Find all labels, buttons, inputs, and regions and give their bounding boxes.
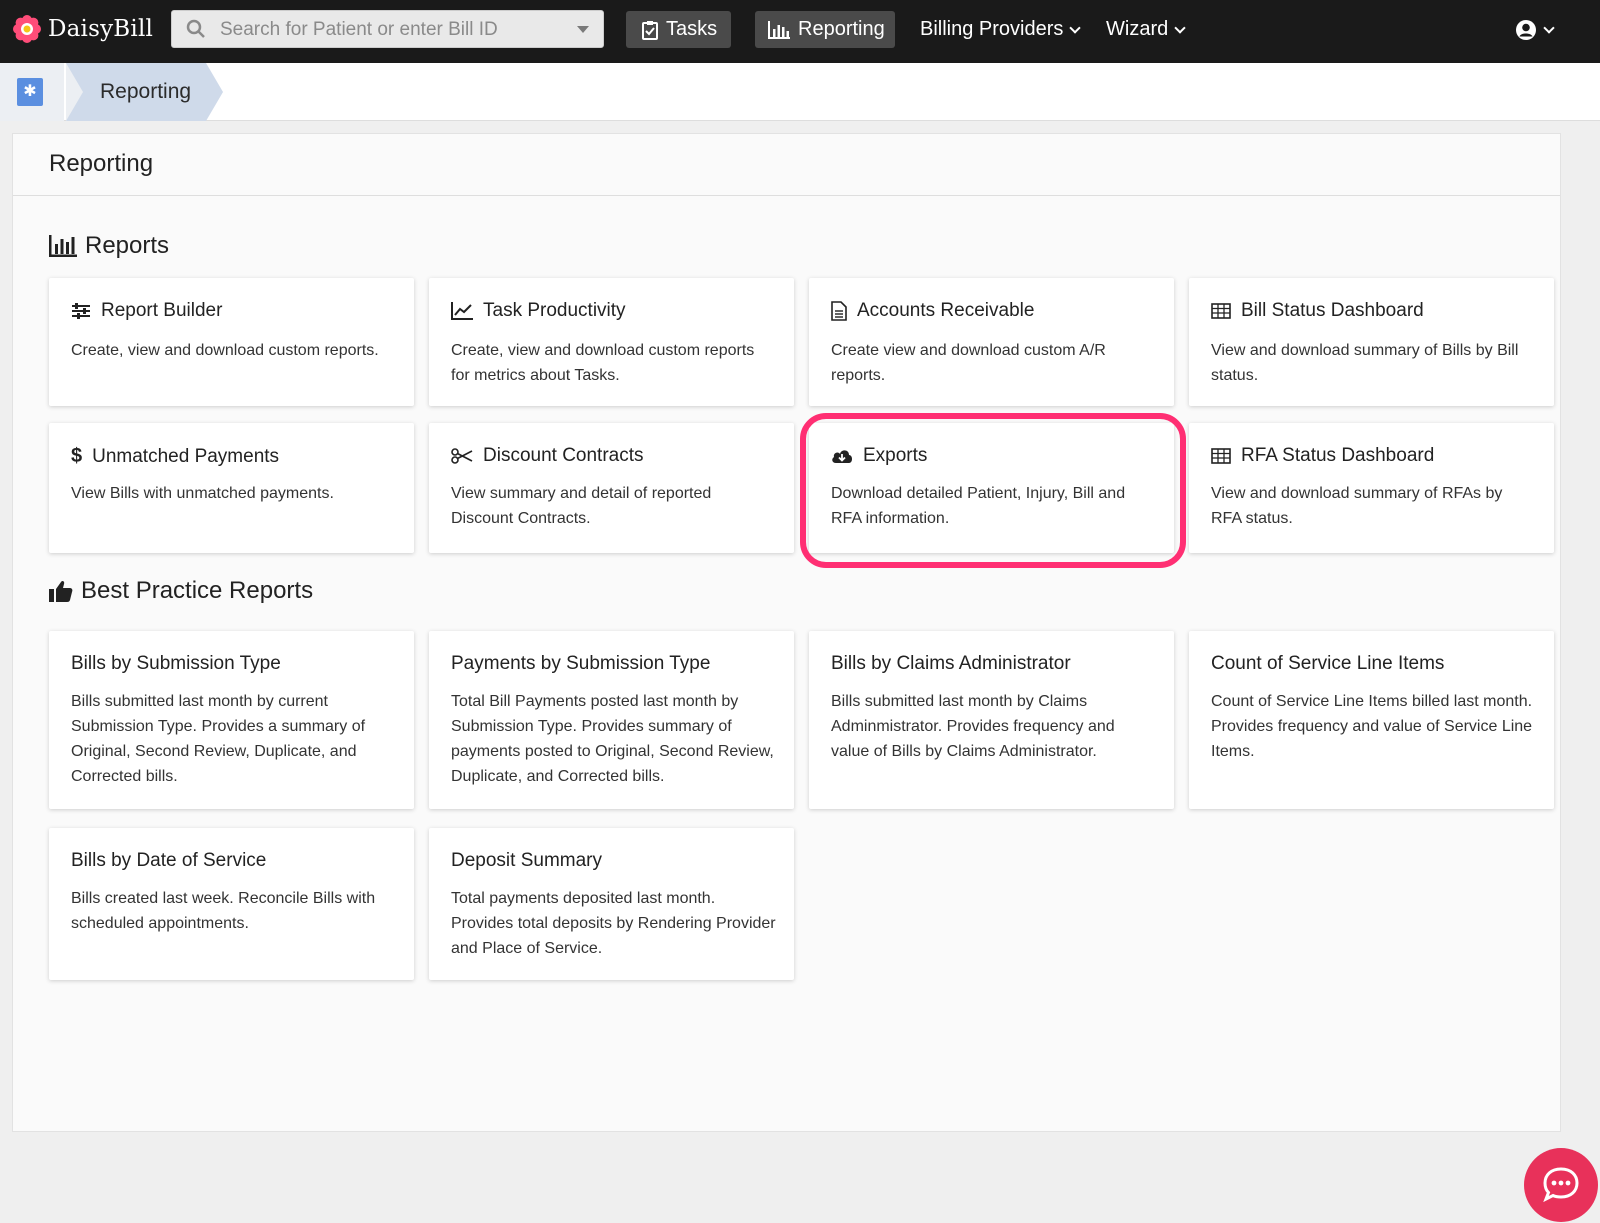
card-title: Bill Status Dashboard — [1241, 300, 1424, 321]
task-productivity-card[interactable]: Task Productivity Create, view and downl… — [429, 278, 794, 406]
billing-providers-menu[interactable]: Billing Providers — [920, 18, 1082, 41]
tasks-label: Tasks — [666, 18, 718, 40]
unmatched-payments-card[interactable]: $ Unmatched Payments View Bills with unm… — [49, 423, 414, 553]
card-title: Payments by Submission Type — [451, 653, 711, 674]
accounts-receivable-card[interactable]: Accounts Receivable Create view and down… — [809, 278, 1174, 406]
card-description: Bills submitted last month by current Su… — [71, 693, 366, 785]
exports-highlight-outline — [800, 413, 1186, 568]
file-text-icon — [831, 301, 847, 321]
patient-search[interactable]: Search for Patient or enter Bill ID — [171, 10, 604, 48]
card-description: View Bills with unmatched payments. — [71, 485, 334, 502]
clipboard-check-icon — [642, 20, 658, 40]
card-description: Bills created last week. Reconcile Bills… — [71, 890, 376, 932]
reporting-nav-button[interactable]: Reporting — [755, 11, 895, 48]
brand-logo[interactable]: DaisyBill — [12, 14, 153, 44]
best-practice-heading: Best Practice Reports — [49, 577, 313, 605]
reports-heading: Reports — [49, 232, 169, 260]
discount-contracts-card[interactable]: Discount Contracts View summary and deta… — [429, 423, 794, 553]
brand-name: DaisyBill — [48, 16, 154, 42]
card-title: Accounts Receivable — [857, 300, 1035, 321]
reporting-nav-label: Reporting — [798, 18, 885, 40]
reports-heading-label: Reports — [85, 232, 170, 259]
deposit-summary-card[interactable]: Deposit Summary Total payments deposited… — [429, 828, 794, 980]
card-title: Report Builder — [101, 300, 223, 321]
breadcrumb-home[interactable]: ✱ — [0, 63, 64, 121]
card-description: Total payments deposited last month. Pro… — [451, 890, 776, 957]
card-title: Deposit Summary — [451, 850, 602, 871]
page-title: Reporting — [49, 150, 154, 177]
bar-chart-icon — [49, 235, 77, 257]
dollar-icon: $ — [71, 445, 83, 467]
search-dropdown-caret-icon[interactable] — [577, 26, 589, 33]
card-description: View and download summary of RFAs by RFA… — [1211, 485, 1503, 527]
breadcrumb-label: Reporting — [100, 80, 192, 103]
top-nav: DaisyBill Search for Patient or enter Bi… — [0, 0, 1600, 63]
card-title: Discount Contracts — [483, 445, 644, 466]
chat-button[interactable] — [1524, 1148, 1598, 1222]
card-title: Bills by Claims Administrator — [831, 653, 1071, 674]
sliders-icon — [72, 303, 90, 319]
report-builder-card[interactable]: Report Builder Create, view and download… — [49, 278, 414, 406]
rfa-status-dashboard-card[interactable]: RFA Status Dashboard View and download s… — [1189, 423, 1554, 553]
card-title: Unmatched Payments — [92, 445, 280, 467]
card-description: View and download summary of Bills by Bi… — [1211, 342, 1519, 384]
line-chart-icon — [451, 302, 473, 320]
user-menu[interactable] — [1515, 19, 1555, 41]
chevron-down-icon — [1543, 22, 1555, 34]
chat-bubble-icon — [1543, 1167, 1579, 1203]
thumbs-up-icon — [49, 580, 73, 602]
search-input[interactable]: Search for Patient or enter Bill ID — [220, 19, 498, 41]
count-of-service-line-items-card[interactable]: Count of Service Line Items Count of Ser… — [1189, 631, 1554, 809]
table-icon — [1211, 448, 1231, 464]
user-circle-icon — [1516, 20, 1536, 40]
card-description: View summary and detail of reported Disc… — [451, 485, 712, 527]
bar-chart-icon — [768, 20, 790, 39]
divider — [13, 195, 1560, 196]
card-description: Total Bill Payments posted last month by… — [451, 693, 774, 785]
bills-by-date-of-service-card[interactable]: Bills by Date of Service Bills created l… — [49, 828, 414, 980]
search-icon — [186, 19, 205, 38]
bills-by-submission-type-card[interactable]: Bills by Submission Type Bills submitted… — [49, 631, 414, 809]
card-description: Create, view and download custom reports… — [71, 342, 379, 359]
card-title: Bills by Submission Type — [71, 653, 281, 674]
document-icon: ✱ — [17, 78, 43, 106]
payments-by-submission-type-card[interactable]: Payments by Submission Type Total Bill P… — [429, 631, 794, 809]
bill-status-dashboard-card[interactable]: Bill Status Dashboard View and download … — [1189, 278, 1554, 406]
reporting-panel: Reporting Reports Report Builder Create,… — [12, 133, 1561, 1132]
scissors-icon — [451, 448, 473, 464]
card-description: Bills submitted last month by Claims Adm… — [831, 693, 1115, 760]
chevron-down-icon — [1174, 21, 1186, 34]
chevron-down-icon — [1069, 21, 1082, 34]
card-title: Task Productivity — [483, 300, 626, 321]
best-practice-heading-label: Best Practice Reports — [81, 577, 314, 604]
card-description: Count of Service Line Items billed last … — [1211, 693, 1533, 760]
card-title: Count of Service Line Items — [1211, 653, 1445, 674]
tasks-button[interactable]: Tasks — [626, 11, 731, 48]
wizard-label: Wizard — [1106, 18, 1169, 40]
daisy-icon — [13, 15, 41, 43]
card-title: RFA Status Dashboard — [1241, 445, 1435, 466]
billing-providers-label: Billing Providers — [920, 18, 1064, 40]
breadcrumb: ✱ Reporting — [0, 63, 1600, 121]
card-description: Create, view and download custom reports… — [451, 342, 755, 384]
table-icon — [1211, 303, 1231, 319]
card-title: Bills by Date of Service — [71, 850, 267, 871]
bills-by-claims-administrator-card[interactable]: Bills by Claims Administrator Bills subm… — [809, 631, 1174, 809]
card-description: Create view and download custom A/R repo… — [831, 342, 1106, 384]
wizard-menu[interactable]: Wizard — [1106, 18, 1186, 41]
